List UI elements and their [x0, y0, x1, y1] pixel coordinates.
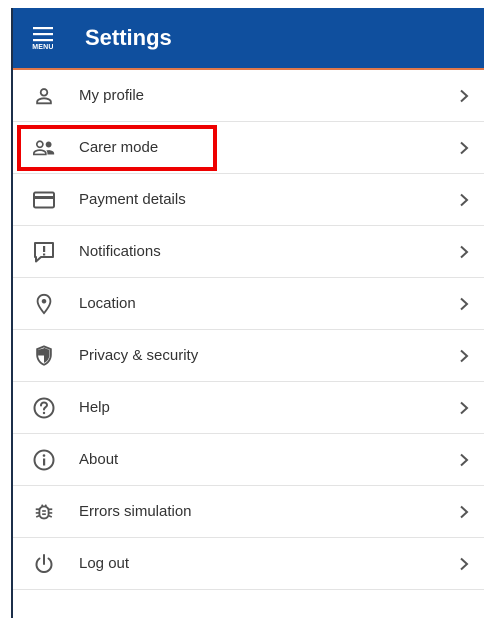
settings-item-privacy-security[interactable]: Privacy & security: [13, 330, 484, 382]
hamburger-icon: [32, 26, 54, 42]
notification-alert-icon: [32, 240, 56, 264]
app-header: MENU Settings: [13, 8, 484, 70]
chevron-right-icon: [458, 244, 470, 260]
menu-button[interactable]: MENU: [13, 7, 73, 69]
settings-item-label: My profile: [79, 87, 145, 104]
chevron-right-icon: [458, 556, 470, 572]
chevron-right-icon: [458, 452, 470, 468]
credit-card-icon: [32, 188, 56, 212]
info-circle-icon: [32, 448, 56, 472]
person-icon: [32, 84, 56, 108]
settings-item-my-profile[interactable]: My profile: [13, 70, 484, 122]
shield-icon: [32, 344, 56, 368]
settings-item-errors-simulation[interactable]: Errors simulation: [13, 486, 484, 538]
screenshot-frame: MENU Settings My profile Carer mode Paym…: [0, 0, 484, 618]
settings-item-carer-mode[interactable]: Carer mode: [13, 122, 484, 174]
settings-item-label: Notifications: [79, 243, 161, 260]
settings-item-label: Help: [79, 399, 110, 416]
settings-item-label: Location: [79, 295, 136, 312]
chevron-right-icon: [458, 88, 470, 104]
settings-item-help[interactable]: Help: [13, 382, 484, 434]
help-circle-icon: [32, 396, 56, 420]
menu-label: MENU: [32, 43, 54, 51]
settings-item-notifications[interactable]: Notifications: [13, 226, 484, 278]
chevron-right-icon: [458, 400, 470, 416]
settings-item-label: About: [79, 451, 119, 468]
people-icon: [32, 136, 56, 160]
settings-item-label: Errors simulation: [79, 503, 192, 520]
chevron-right-icon: [458, 348, 470, 364]
settings-item-about[interactable]: About: [13, 434, 484, 486]
power-icon: [32, 552, 56, 576]
settings-screen: MENU Settings My profile Carer mode Paym…: [13, 8, 484, 618]
settings-item-payment-details[interactable]: Payment details: [13, 174, 484, 226]
settings-item-label: Privacy & security: [79, 347, 199, 364]
page-title: Settings: [85, 25, 172, 50]
settings-item-log-out[interactable]: Log out: [13, 538, 484, 590]
chevron-right-icon: [458, 140, 470, 156]
chevron-right-icon: [458, 192, 470, 208]
bug-icon: [32, 500, 56, 524]
location-pin-icon: [32, 292, 56, 316]
settings-item-label: Payment details: [79, 191, 186, 208]
settings-item-location[interactable]: Location: [13, 278, 484, 330]
settings-item-label: Carer mode: [79, 139, 159, 156]
settings-item-label: Log out: [79, 555, 130, 572]
settings-list: My profile Carer mode Payment details No…: [13, 70, 484, 590]
chevron-right-icon: [458, 296, 470, 312]
chevron-right-icon: [458, 504, 470, 520]
